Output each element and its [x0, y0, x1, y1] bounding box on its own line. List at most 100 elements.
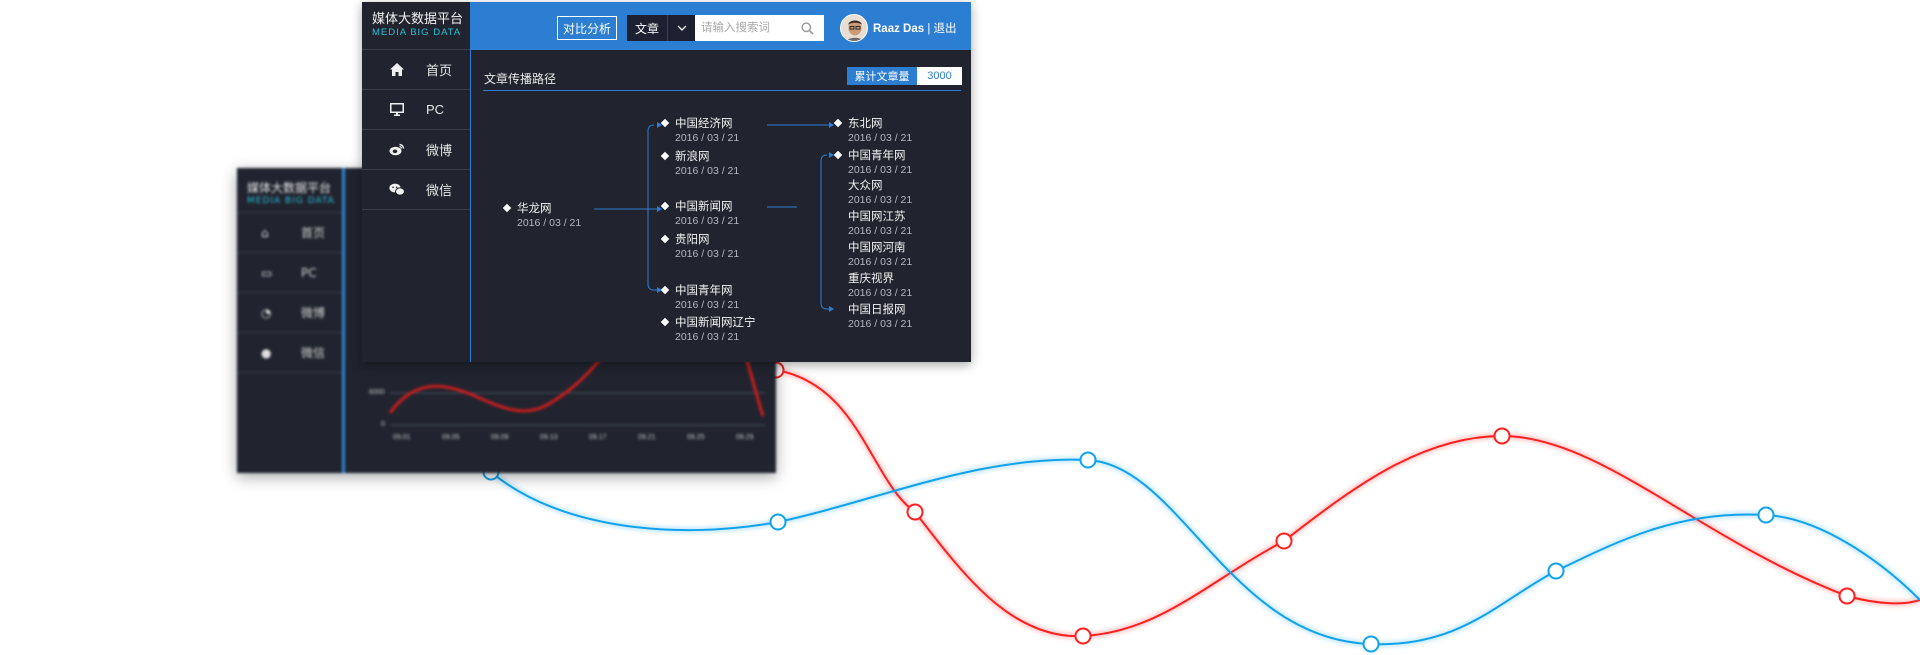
- back-nav-label: 微信: [301, 346, 326, 360]
- sidebar-item-pc[interactable]: PC: [362, 90, 470, 130]
- node-date: 2016 / 03 / 21: [848, 318, 913, 330]
- node-date: 2016 / 03 / 21: [848, 164, 913, 176]
- x-tick-label: 09.01: [393, 434, 411, 441]
- sidebar-item-label: 微信: [426, 183, 453, 198]
- node-name: 中国网江苏: [848, 211, 906, 223]
- node-name: 中国经济网: [660, 117, 739, 131]
- search-type-dropdown[interactable]: [667, 15, 695, 41]
- search-input[interactable]: [695, 16, 795, 40]
- node-name: 新浪网: [660, 150, 739, 164]
- sidebar: 媒体大数据平台 MEDIA BIG DATA 首页 PC 微博 微信: [362, 2, 471, 362]
- red-curve-markers: [767, 361, 1856, 645]
- node-name: 中国新闻网辽宁: [660, 316, 756, 330]
- node-date: 2016 / 03 / 21: [675, 215, 740, 227]
- node-name: 中国青年网: [833, 149, 912, 163]
- node-date: 2016 / 03 / 21: [675, 299, 740, 311]
- y-tick-label: 6000: [369, 389, 385, 396]
- red-curve-glow: [775, 367, 1920, 639]
- sidebar-item-label: PC: [426, 102, 445, 117]
- x-tick-label: 09.17: [589, 434, 607, 441]
- node-name: 华龙网: [502, 202, 581, 216]
- blue-marker: [1079, 451, 1097, 469]
- node-date: 2016 / 03 / 21: [848, 132, 913, 144]
- tree-node[interactable]: 中国新闻网 2016 / 03 / 21: [660, 200, 739, 228]
- sidebar-item-home[interactable]: 首页: [362, 50, 470, 90]
- tree-node[interactable]: 东北网 2016 / 03 / 21: [833, 117, 912, 145]
- user-name[interactable]: Raaz Das: [873, 23, 924, 35]
- sidebar-item-wechat[interactable]: 微信: [362, 170, 470, 210]
- back-nav-label: 微博: [301, 306, 326, 320]
- node-name: 东北网: [833, 117, 912, 131]
- y-tick-label: 0: [381, 421, 385, 428]
- sidebar-item-label: 首页: [426, 63, 453, 78]
- tree-node-root[interactable]: 华龙网 2016 / 03 / 21: [502, 202, 581, 230]
- node-date: 2016 / 03 / 21: [675, 132, 740, 144]
- red-marker: [1838, 587, 1856, 605]
- red-marker: [1275, 532, 1293, 550]
- x-tick-label: 09.25: [687, 434, 705, 441]
- node-name: 中国日报网: [848, 304, 906, 316]
- wechat-icon: [386, 182, 408, 198]
- node-date: 2016 / 03 / 21: [848, 287, 913, 299]
- tree-node[interactable]: 中国新闻网辽宁 2016 / 03 / 21: [660, 316, 756, 344]
- node-date: 2016 / 03 / 21: [848, 256, 913, 268]
- sidebar-item-weibo[interactable]: 微博: [362, 130, 470, 170]
- tree-node[interactable]: 中国经济网 2016 / 03 / 21: [660, 117, 739, 145]
- tree-node[interactable]: 中国网江苏 2016 / 03 / 21: [833, 210, 912, 238]
- brand-title: 媒体大数据平台: [372, 11, 464, 26]
- back-nav-weibo: ◔ 微博: [237, 293, 342, 333]
- weibo-icon: [386, 142, 408, 158]
- x-tick-label: 09.05: [442, 434, 460, 441]
- blue-curve: [490, 458, 1920, 646]
- tree-node[interactable]: 中国网河南 2016 / 03 / 21: [833, 241, 912, 269]
- node-date: 2016 / 03 / 21: [675, 331, 740, 343]
- node-name: 中国青年网: [660, 284, 739, 298]
- back-nav-pc: ▭ PC: [237, 253, 342, 293]
- back-brand-subtitle: MEDIA BIG DATA: [247, 196, 335, 206]
- node-name: 中国新闻网: [660, 200, 739, 214]
- compare-button[interactable]: 对比分析: [557, 16, 617, 40]
- tree-node[interactable]: 大众网 2016 / 03 / 21: [833, 179, 912, 207]
- user-menu: Raaz Das | 退出: [873, 20, 957, 36]
- node-date: 2016 / 03 / 21: [848, 225, 913, 237]
- wechat-icon: ●: [261, 345, 272, 360]
- blue-curve-glow: [489, 457, 1920, 647]
- brand: 媒体大数据平台 MEDIA BIG DATA: [362, 2, 470, 50]
- blue-marker: [1757, 506, 1775, 524]
- tree-node[interactable]: 中国青年网 2016 / 03 / 21: [833, 149, 912, 177]
- logout-link[interactable]: | 退出: [924, 23, 956, 35]
- back-nav-wechat: ● 微信: [237, 333, 342, 373]
- x-tick-label: 09.21: [638, 434, 656, 441]
- node-date: 2016 / 03 / 21: [675, 248, 740, 260]
- search-type-select[interactable]: 文章: [627, 15, 667, 41]
- tree-node[interactable]: 中国日报网 2016 / 03 / 21: [833, 303, 912, 331]
- stage: 媒体大数据平台 MEDIA BIG DATA ⌂ 首页 ▭ PC ◔ 微博 ● 微信 6…: [0, 0, 1920, 655]
- weibo-icon: ◔: [261, 305, 272, 320]
- avatar[interactable]: [840, 14, 868, 42]
- tree-node[interactable]: 贵阳网 2016 / 03 / 21: [660, 233, 739, 261]
- tree-bracket: [647, 124, 657, 291]
- node-name: 重庆视界: [848, 273, 894, 285]
- blue-curve-markers: [482, 451, 1775, 653]
- tree-node[interactable]: 新浪网 2016 / 03 / 21: [660, 150, 739, 178]
- article-count-label: 累计文章量: [847, 67, 917, 85]
- chevron-down-icon: [677, 25, 686, 31]
- blue-marker: [1547, 562, 1565, 580]
- back-nav-home: ⌂ 首页: [237, 213, 342, 253]
- main-window: 媒体大数据平台 MEDIA BIG DATA 首页 PC 微博 微信 对比分析 …: [362, 2, 971, 362]
- tree-node[interactable]: 重庆视界 2016 / 03 / 21: [833, 272, 912, 300]
- blue-marker: [1362, 635, 1380, 653]
- tree-node[interactable]: 中国青年网 2016 / 03 / 21: [660, 284, 739, 312]
- monitor-icon: [386, 102, 408, 118]
- node-name: 贵阳网: [660, 233, 739, 247]
- x-tick-label: 09.09: [491, 434, 509, 441]
- back-nav-label: 首页: [301, 226, 326, 240]
- search-icon[interactable]: [795, 21, 819, 35]
- node-name: 中国网河南: [848, 242, 906, 254]
- red-marker: [1074, 627, 1092, 645]
- search-box: [695, 15, 824, 41]
- blue-marker: [769, 513, 787, 531]
- node-date: 2016 / 03 / 21: [848, 194, 913, 206]
- red-curve: [775, 369, 1920, 638]
- back-brand-title: 媒体大数据平台: [247, 181, 332, 195]
